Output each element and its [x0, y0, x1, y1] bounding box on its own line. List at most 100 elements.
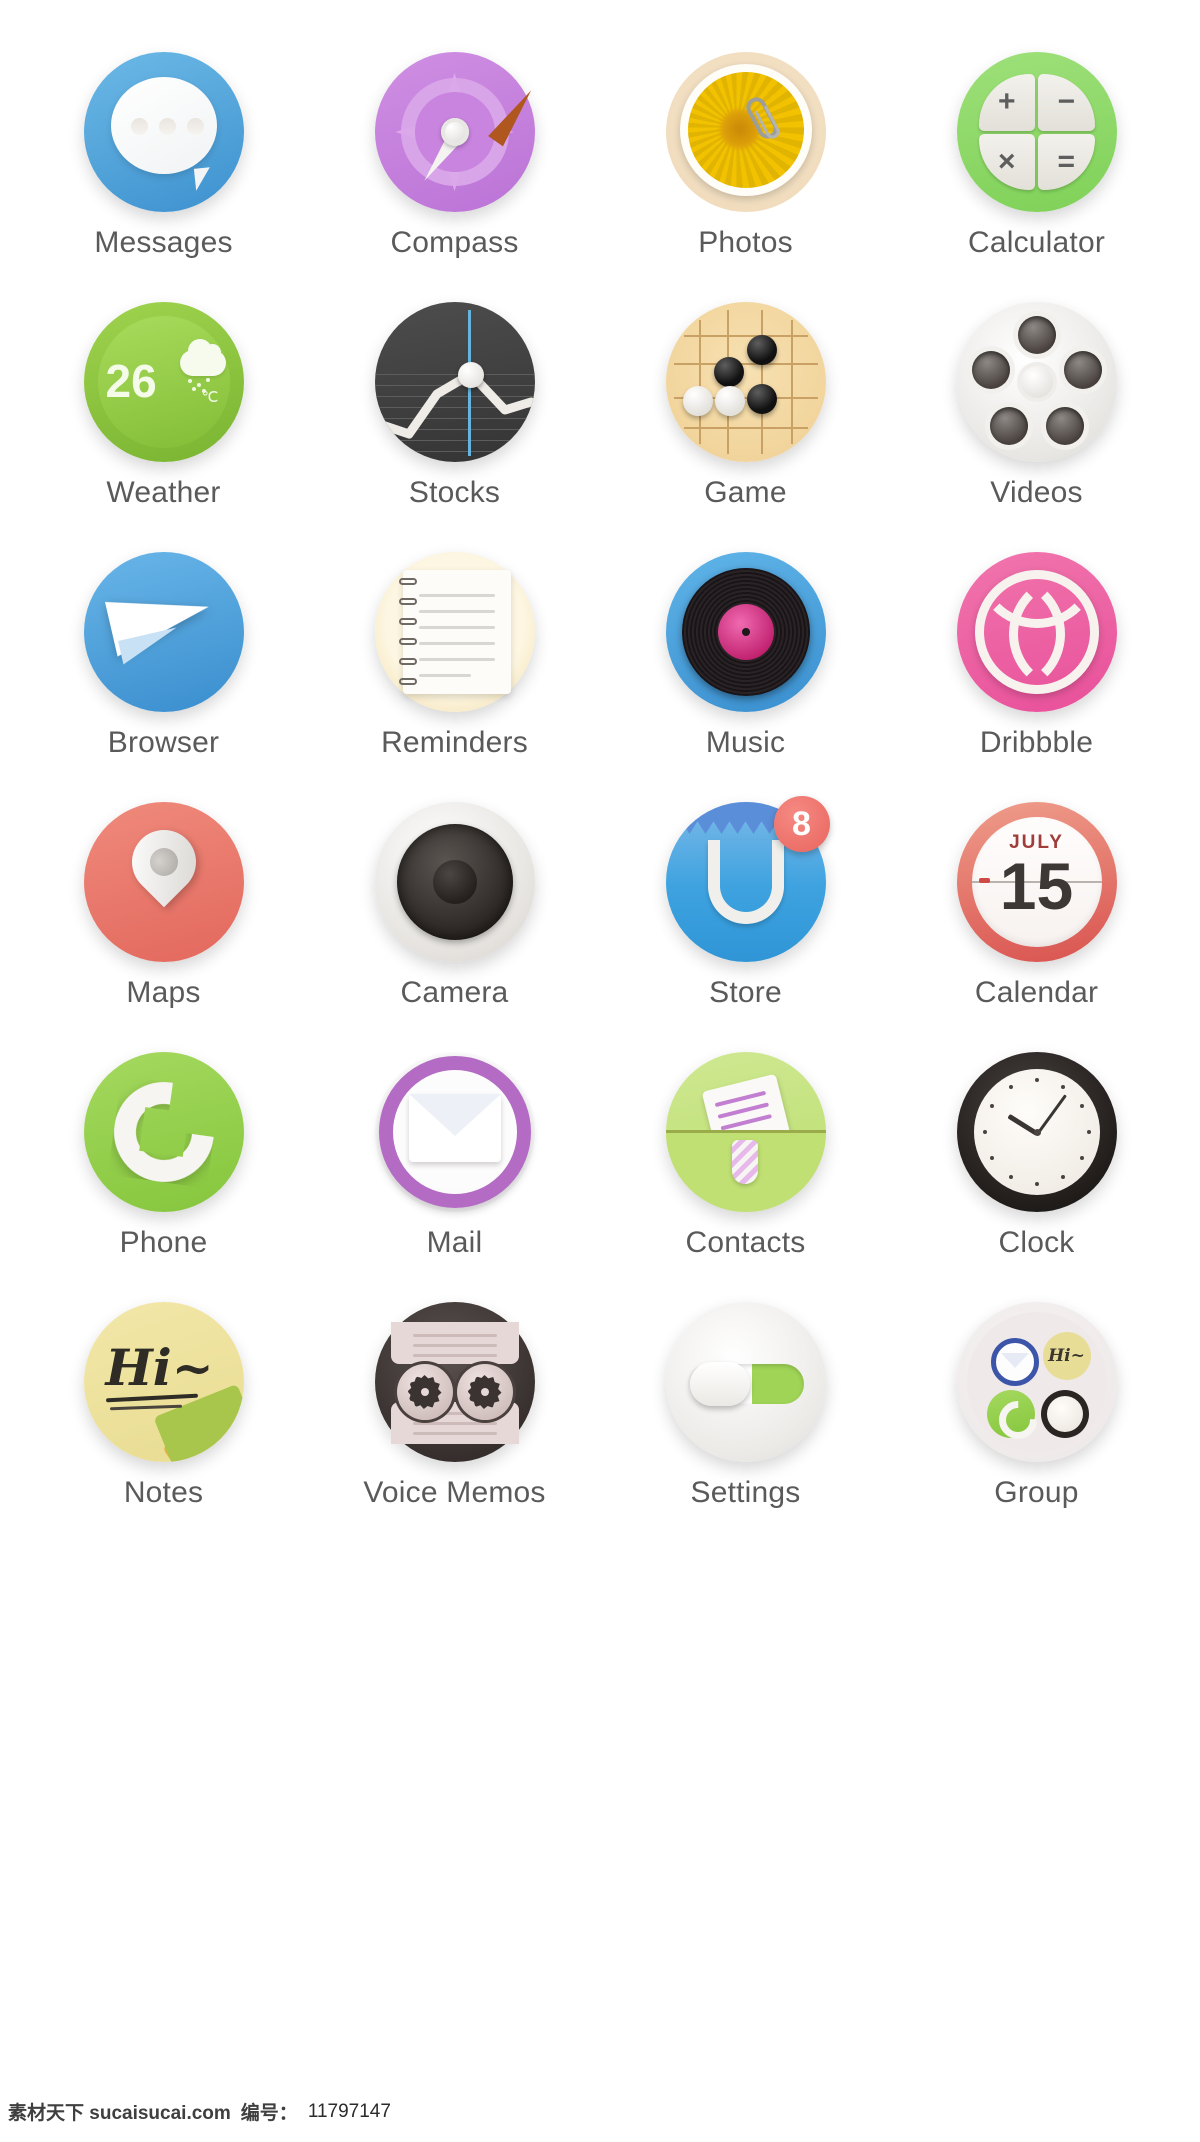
icon-cell-phone[interactable]: Phone [18, 1052, 309, 1302]
contact-tab-icon [731, 1140, 758, 1184]
store-badge: 8 [773, 796, 830, 852]
footer-id-label: 编号： [240, 2103, 298, 2124]
icon-label-contacts: Contacts [685, 1226, 806, 1259]
envelope-icon [408, 1094, 501, 1162]
voice-memos-icon[interactable] [374, 1302, 535, 1462]
vinyl-label [717, 604, 774, 660]
go-stone-white [714, 386, 745, 416]
go-stone-black [746, 384, 777, 414]
icon-cell-contacts[interactable]: Contacts [600, 1052, 891, 1302]
icon-cell-dribbble[interactable]: Dribbble [891, 552, 1182, 802]
maps-icon[interactable] [83, 802, 244, 962]
icon-cell-weather[interactable]: 26 ℃ Weather [18, 302, 309, 552]
footer-id: 11797147 [307, 2100, 391, 2122]
tape-reel-gear [467, 1375, 502, 1409]
browser-icon[interactable] [83, 552, 244, 712]
phone-disc [83, 1052, 244, 1212]
chart-point [457, 362, 484, 388]
icon-cell-camera[interactable]: Camera [309, 802, 600, 1052]
tape-reel-gear [407, 1375, 442, 1409]
compass-hub [440, 118, 469, 146]
clock-icon[interactable] [956, 1052, 1117, 1212]
icon-cell-mail[interactable]: Mail [309, 1052, 600, 1302]
photos-icon[interactable] [665, 52, 826, 212]
icon-cell-group[interactable]: Hi~ Group [891, 1302, 1182, 1552]
icon-cell-calendar[interactable]: JULY 15 Calendar [891, 802, 1182, 1052]
group-icon[interactable]: Hi~ [956, 1302, 1117, 1462]
icon-label-voice-memos: Voice Memos [363, 1476, 546, 1509]
icon-label-notes: Notes [123, 1476, 204, 1509]
icon-label-reminders: Reminders [381, 726, 528, 759]
compass-icon[interactable] [374, 52, 538, 212]
icon-label-game: Game [704, 476, 787, 509]
messages-icon[interactable] [83, 52, 244, 212]
videos-icon[interactable] [956, 302, 1117, 462]
icon-label-phone: Phone [119, 1226, 208, 1259]
group-member-clock[interactable] [1040, 1390, 1089, 1438]
icon-grid: Messages Compass Photos + − × = Calculat… [0, 0, 1200, 1552]
icon-label-music: Music [705, 726, 786, 759]
contacts-icon[interactable] [665, 1052, 826, 1212]
notes-icon[interactable]: Hi~ [83, 1302, 244, 1462]
icon-cell-notes[interactable]: Hi~ Notes [18, 1302, 309, 1552]
phone-icon[interactable] [83, 1052, 244, 1212]
icon-label-mail: Mail [426, 1226, 483, 1259]
flower-photo-icon [687, 72, 804, 188]
icon-cell-photos[interactable]: Photos [600, 52, 891, 302]
icon-cell-store[interactable]: 8 Store [600, 796, 891, 1052]
icon-cell-voice-memos[interactable]: Voice Memos [309, 1302, 600, 1552]
icon-label-store: Store [709, 976, 782, 1009]
music-icon[interactable] [665, 552, 826, 712]
icon-cell-music[interactable]: Music [600, 552, 891, 802]
notes-disc: Hi~ [83, 1302, 244, 1462]
stocks-icon[interactable] [374, 302, 535, 462]
calc-key-times[interactable]: × [978, 133, 1035, 190]
camera-icon[interactable] [374, 802, 535, 962]
calc-key-plus[interactable]: + [978, 74, 1035, 131]
group-inner-disc [966, 1312, 1107, 1452]
icon-cell-messages[interactable]: Messages [18, 52, 309, 302]
weather-temperature: 26 [105, 355, 157, 407]
group-member-phone[interactable] [986, 1390, 1035, 1438]
go-stone-black [746, 335, 777, 365]
icon-cell-stocks[interactable]: Stocks [309, 302, 600, 552]
group-member-mail[interactable] [990, 1338, 1039, 1386]
calc-key-minus[interactable]: − [1038, 74, 1095, 131]
film-reel-hole [989, 407, 1028, 445]
reminders-icon[interactable] [374, 552, 535, 712]
toggle-knob[interactable] [689, 1362, 750, 1406]
group-member-notes[interactable]: Hi~ [1042, 1332, 1091, 1380]
mail-icon[interactable] [374, 1052, 535, 1212]
icon-label-dribbble: Dribbble [979, 726, 1094, 759]
calculator-icon[interactable]: + − × = [956, 52, 1117, 212]
camera-shutter-icon [396, 824, 513, 940]
icon-cell-game[interactable]: Game [600, 302, 891, 552]
icon-cell-clock[interactable]: Clock [891, 1052, 1182, 1302]
calc-key-equals[interactable]: = [1038, 133, 1095, 190]
icon-cell-browser[interactable]: Browser [18, 552, 309, 802]
bubble-dots [130, 118, 204, 135]
icon-label-messages: Messages [94, 226, 233, 259]
contacts-disc [665, 1052, 826, 1212]
icon-label-calendar: Calendar [974, 976, 1099, 1009]
store-icon[interactable]: 8 [665, 796, 830, 962]
settings-icon[interactable] [665, 1302, 826, 1462]
icon-cell-compass[interactable]: Compass [309, 52, 600, 302]
film-reel-hole [1045, 407, 1084, 445]
calendar-icon[interactable]: JULY 15 [956, 802, 1117, 962]
go-stone-black [713, 357, 744, 387]
game-icon[interactable] [665, 302, 826, 462]
film-reel-hole [1017, 316, 1056, 354]
icon-label-compass: Compass [390, 226, 519, 259]
browser-disc [83, 552, 244, 712]
icon-cell-maps[interactable]: Maps [18, 802, 309, 1052]
icon-label-clock: Clock [998, 1226, 1075, 1259]
icon-cell-reminders[interactable]: Reminders [309, 552, 600, 802]
calculator-keys: + − × = [978, 74, 1095, 190]
icon-cell-settings[interactable]: Settings [600, 1302, 891, 1552]
dribbble-icon[interactable] [956, 552, 1117, 712]
stocks-disc [374, 302, 535, 462]
weather-unit: ℃ [201, 389, 219, 406]
icon-cell-calculator[interactable]: + − × = Calculator [891, 52, 1182, 302]
weather-icon[interactable]: 26 ℃ [83, 302, 244, 462]
